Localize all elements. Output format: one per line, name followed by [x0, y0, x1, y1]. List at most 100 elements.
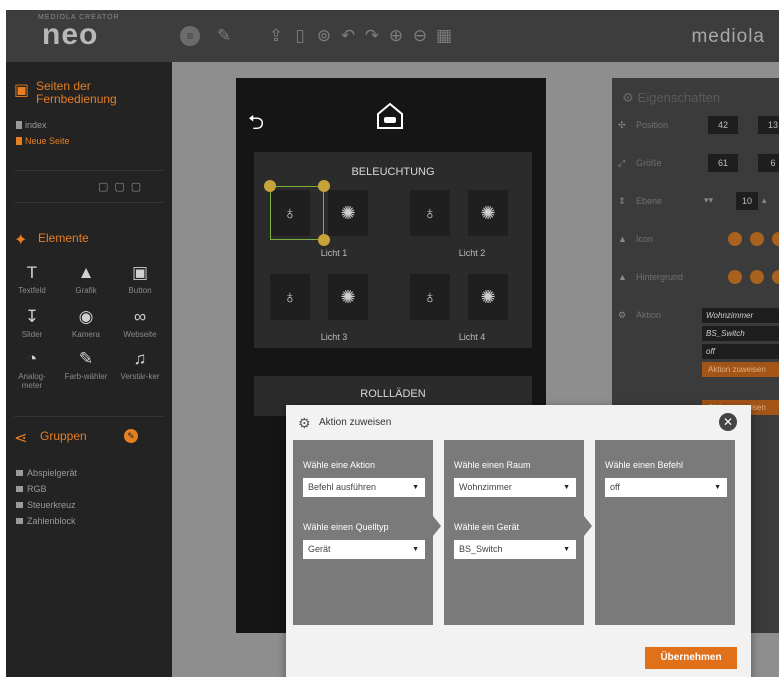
pages-title: Seiten der Fernbedienung [36, 79, 117, 106]
divider [14, 170, 164, 171]
home-icon[interactable] [374, 100, 406, 132]
chevron-down-icon: ▼ [563, 484, 570, 491]
light-label: Licht 4 [458, 332, 486, 342]
chevron-down-icon: ▼ [563, 546, 570, 553]
room-title: BELEUCHTUNG [351, 166, 435, 178]
device-select[interactable]: BS_Switch ▼ [454, 540, 576, 559]
menu-icon[interactable]: ≡ [180, 26, 200, 46]
edit-icon-button[interactable] [728, 232, 742, 246]
step-arrow [584, 516, 592, 536]
position-x-field[interactable]: 42 [708, 116, 738, 134]
image-icon: ▲ [618, 234, 627, 244]
element-kamera[interactable]: ◉ Kamera [62, 306, 110, 339]
resize-handle[interactable] [264, 180, 276, 192]
layer-up-icon[interactable]: ▴ [762, 195, 767, 206]
command-column: Wähle einen Befehl off ▼ [595, 440, 735, 625]
redo-icon[interactable]: ↷ [360, 24, 384, 48]
light-label: Licht 2 [458, 248, 486, 258]
bulb-off-icon[interactable]: ♁ [410, 274, 450, 320]
remove-icon-button[interactable] [772, 232, 779, 246]
music-icon: ♫ [133, 349, 147, 368]
gear-icon: ⚙ [618, 310, 627, 320]
group-item[interactable]: Steuerkreuz [16, 500, 76, 510]
room-column: Wähle einen Raum Wohnzimmer ▼ Wähle ein G… [444, 440, 584, 625]
command-select[interactable]: off ▼ [605, 478, 727, 497]
source-type-label: Wähle einen Quelltyp [303, 522, 389, 532]
layer-field[interactable]: 10 [736, 192, 758, 210]
element-textfeld[interactable]: T Textfeld [8, 262, 56, 295]
upload-icon[interactable]: ⇪ [264, 24, 288, 48]
prop-size-label: ⤢ Größe [618, 158, 662, 168]
position-y-field[interactable]: 13 [758, 116, 779, 134]
image-icon: ▲ [77, 263, 95, 282]
slider-icon: ↧ [24, 307, 40, 326]
device-icon[interactable]: ▯ [288, 24, 312, 48]
resize-handle[interactable] [318, 180, 330, 192]
close-icon[interactable]: ✕ [719, 413, 737, 431]
layer-down-icon[interactable]: ▾▾ [704, 195, 713, 206]
prop-icon-label: ▲ Icon [618, 234, 654, 244]
bulb-on-icon[interactable]: ✺ [328, 190, 368, 236]
apply-button[interactable]: Übernehmen [645, 647, 737, 669]
download-icon[interactable]: ⊚ [312, 24, 336, 48]
groups-icon: ⋖ [14, 430, 28, 447]
element-analogmeter[interactable]: ◔ Analog-meter [8, 348, 56, 390]
dialog-title: Aktion zuweisen [319, 417, 392, 428]
remove-bg-button[interactable] [772, 270, 779, 284]
page-link-index[interactable]: index [16, 120, 47, 130]
zoom-out-icon[interactable]: ⊖ [408, 24, 432, 48]
grid-icon[interactable]: ▦ [432, 24, 456, 48]
group-item[interactable]: Zahlenblock [16, 516, 76, 526]
element-slider[interactable]: ↧ Slider [8, 306, 56, 339]
bulb-on-icon[interactable]: ✺ [468, 190, 508, 236]
undo-icon[interactable]: ↶ [336, 24, 360, 48]
device-label: Wähle ein Gerät [454, 522, 520, 532]
elements-title: Elemente [38, 231, 89, 245]
page-actions[interactable]: ▢▢▢ [98, 180, 147, 193]
element-webseite[interactable]: ∞ Webseite [116, 306, 164, 339]
element-verstaerker[interactable]: ♫ Verstär-ker [116, 348, 164, 381]
prop-action-label: ⚙ Aktion [618, 310, 662, 320]
page-link-neue-seite[interactable]: Neue Seite [16, 136, 70, 146]
room-beleuchtung: BELEUCHTUNG ♁ ✺ ♁ ✺ Licht 1 Licht 2 ♁ ✺ … [254, 152, 532, 348]
size-h-field[interactable]: 6 [758, 154, 779, 172]
layer-icon: ⇕ [618, 196, 626, 206]
group-item[interactable]: Abspielgerät [16, 468, 77, 478]
text-icon: T [26, 263, 38, 282]
zoom-in-icon[interactable]: ⊕ [384, 24, 408, 48]
assign-action-button[interactable]: Aktion zuweisen [702, 362, 779, 377]
bulb-off-icon[interactable]: ♁ [410, 190, 450, 236]
pin-icon[interactable]: ✎ [212, 24, 236, 48]
edit-groups-icon[interactable]: ✎ [124, 429, 138, 443]
source-type-select[interactable]: Gerät ▼ [303, 540, 425, 559]
bulb-on-icon[interactable]: ✺ [468, 274, 508, 320]
action-select[interactable]: Befehl ausführen ▼ [303, 478, 425, 497]
step-arrow [433, 516, 441, 536]
prop-bg-label: ▲ Hintergrund [618, 272, 684, 282]
pages-icon: ▣ [14, 82, 30, 99]
reset-icon-button[interactable] [750, 232, 764, 246]
logo: neo [42, 18, 99, 51]
selection-box[interactable] [270, 186, 324, 240]
action-room-field: Wohnzimmer [702, 308, 779, 323]
bulb-on-icon[interactable]: ✺ [328, 274, 368, 320]
chevron-down-icon: ▼ [412, 484, 419, 491]
properties-title: ⚙ Eigenschaften [622, 90, 721, 105]
resize-icon: ⤢ [618, 158, 626, 168]
group-item[interactable]: RGB [16, 484, 47, 494]
action-device-field: BS_Switch [702, 326, 779, 341]
gear-icon: ⚙ [298, 415, 311, 431]
element-button[interactable]: ▣ Button [116, 262, 164, 295]
back-arrow-icon[interactable]: ⮌ [248, 108, 264, 142]
element-grafik[interactable]: ▲ Grafik [62, 262, 110, 295]
toolbar: MEDIOLA CREATOR neo ≡ ✎ ⇪ ▯ ⊚ ↶ ↷ ⊕ ⊖ ▦ … [6, 10, 779, 62]
reset-bg-button[interactable] [750, 270, 764, 284]
element-farbwaehler[interactable]: ✎ Farb-wähler [62, 348, 110, 381]
edit-bg-button[interactable] [728, 270, 742, 284]
bulb-off-icon[interactable]: ♁ [270, 274, 310, 320]
resize-handle[interactable] [318, 234, 330, 246]
size-w-field[interactable]: 61 [708, 154, 738, 172]
divider [14, 202, 164, 203]
button-icon: ▣ [131, 263, 149, 282]
room-select[interactable]: Wohnzimmer ▼ [454, 478, 576, 497]
